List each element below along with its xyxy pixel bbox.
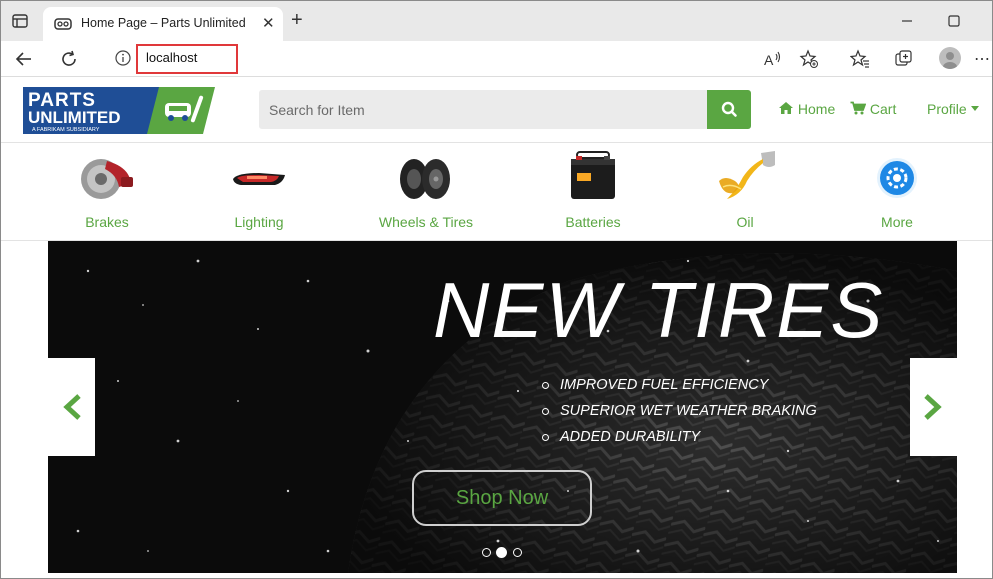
collections-icon[interactable] (894, 49, 914, 69)
browser-window: Home Page – Parts Unlimited ✕ + localhos… (0, 0, 993, 579)
cart-link[interactable]: Cart (850, 101, 896, 117)
hero-feature: SUPERIOR WET WEATHER BRAKING (542, 403, 817, 429)
category-oil[interactable]: Oil (685, 143, 805, 241)
carousel-indicator-3[interactable] (513, 548, 522, 557)
add-favorite-icon[interactable] (799, 49, 819, 69)
search-button[interactable] (707, 90, 751, 129)
minimize-button[interactable] (900, 14, 914, 28)
category-brakes[interactable]: Brakes (47, 143, 167, 241)
browser-titlebar: Home Page – Parts Unlimited ✕ + (1, 1, 992, 41)
hero-feature: IMPROVED FUEL EFFICIENCY (542, 377, 817, 403)
tab-close-button[interactable]: ✕ (262, 14, 275, 32)
logo-text-unlimited: UNLIMITED (28, 108, 121, 127)
cart-icon (850, 101, 867, 115)
logo-tagline: A FABRIKAM SUBSIDIARY (32, 127, 100, 133)
shop-now-button[interactable]: Shop Now (412, 470, 592, 526)
read-aloud-icon[interactable]: A (763, 49, 783, 69)
category-label: More (881, 214, 913, 230)
category-label: Batteries (565, 214, 621, 230)
profile-menu[interactable]: Profile (927, 101, 979, 117)
profile-avatar[interactable] (939, 47, 961, 69)
battery-icon (571, 151, 615, 199)
category-label: Oil (736, 214, 754, 230)
profile-menu-label: Profile (927, 101, 967, 117)
svg-text:A: A (764, 52, 774, 68)
back-arrow-icon[interactable] (14, 49, 34, 69)
home-icon (779, 102, 793, 114)
caret-down-icon (970, 106, 979, 111)
chevron-right-icon (924, 394, 942, 420)
home-link-label: Home (797, 101, 836, 117)
category-label: Brakes (85, 214, 129, 230)
more-gear-icon (877, 158, 917, 198)
person-icon (943, 52, 957, 69)
favicon-icon (54, 18, 72, 30)
category-wheels-tires[interactable]: Wheels & Tires (366, 143, 486, 241)
maximize-button[interactable] (947, 14, 961, 28)
category-batteries[interactable]: Batteries (533, 143, 653, 241)
carousel-indicator-2[interactable] (496, 547, 507, 558)
brake-rotor-icon (81, 159, 133, 199)
search-input[interactable] (259, 90, 709, 129)
browser-toolbar: localhost A ⋯ (1, 41, 992, 77)
chevron-left-icon (63, 394, 81, 420)
tab-actions-icon[interactable] (11, 12, 29, 30)
site-info-icon[interactable] (115, 50, 131, 66)
parts-unlimited-logo[interactable]: PARTS UNLIMITED A FABRIKAM SUBSIDIARY (23, 87, 215, 134)
headlight-icon (233, 173, 285, 185)
category-more[interactable]: More (837, 143, 957, 241)
oil-pour-icon (719, 151, 775, 199)
site-header: PARTS UNLIMITED A FABRIKAM SUBSIDIARY Ho… (1, 77, 992, 143)
category-label: Wheels & Tires (378, 214, 474, 230)
category-lighting[interactable]: Lighting (199, 143, 319, 241)
tires-icon (400, 159, 450, 199)
category-label: Lighting (234, 214, 284, 230)
tab-title: Home Page – Parts Unlimited (81, 16, 246, 30)
hero-feature: ADDED DURABILITY (542, 429, 817, 455)
settings-more-icon[interactable]: ⋯ (974, 49, 991, 69)
carousel-next-button[interactable] (910, 358, 957, 456)
refresh-icon[interactable] (59, 49, 79, 69)
cart-link-label: Cart (869, 101, 897, 117)
search-icon (721, 101, 737, 117)
url-text[interactable]: localhost (146, 50, 197, 65)
home-link[interactable]: Home (778, 101, 835, 117)
carousel-indicator-1[interactable] (482, 548, 491, 557)
hero-title: NEW TIRES (433, 266, 885, 354)
new-tab-button[interactable]: + (291, 10, 303, 30)
hero-feature-list: IMPROVED FUEL EFFICIENCY SUPERIOR WET WE… (542, 377, 817, 455)
hero-carousel: NEW TIRES IMPROVED FUEL EFFICIENCY SUPER… (48, 241, 957, 573)
favorites-icon[interactable] (850, 49, 870, 69)
carousel-prev-button[interactable] (48, 358, 95, 456)
browser-tab[interactable]: Home Page – Parts Unlimited ✕ (43, 7, 283, 41)
category-bar: Brakes Lighting Wheels & Tires Batteries… (1, 143, 992, 241)
